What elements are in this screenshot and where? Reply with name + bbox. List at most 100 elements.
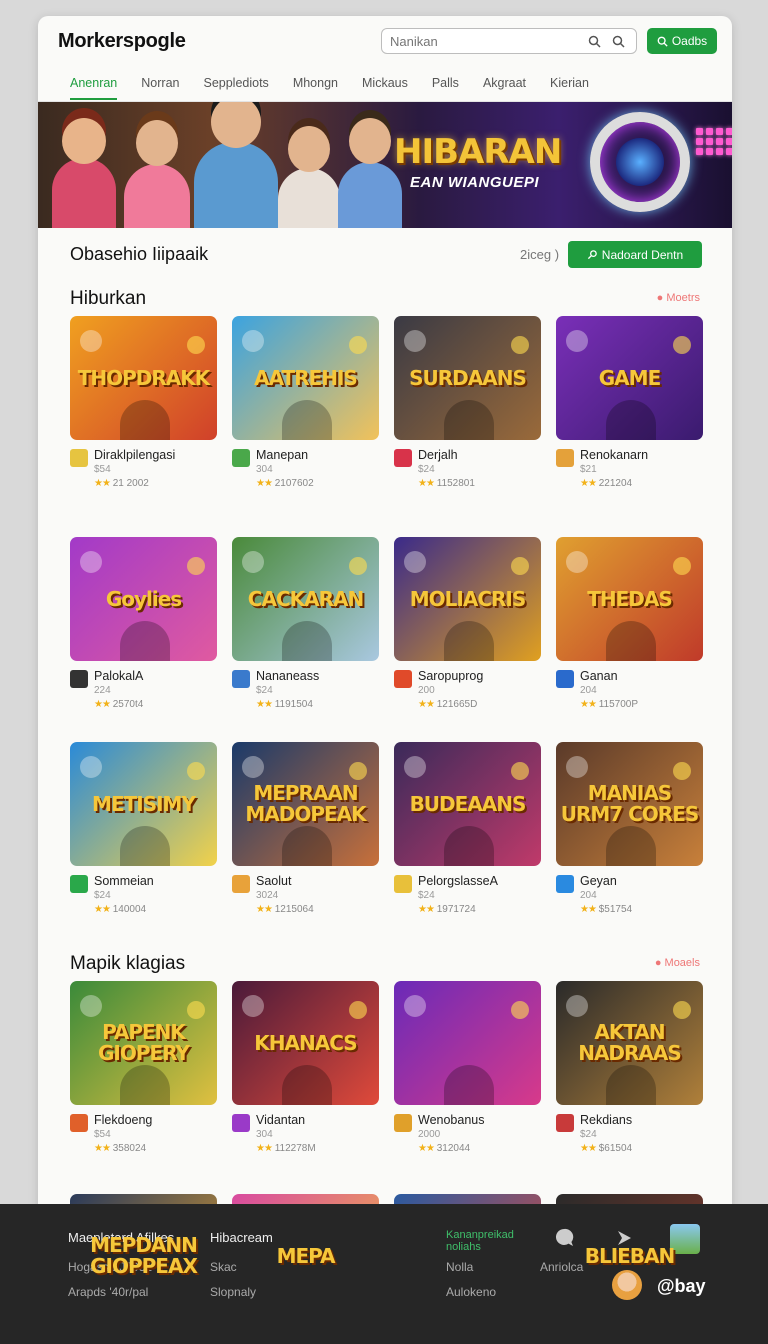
app-price: 3024 <box>256 890 279 901</box>
app-name[interactable]: Flekdoeng <box>94 1113 152 1128</box>
app-card[interactable]: THOPDRAKK Diraklpilengasi $54 ★★ 21 2002 <box>70 316 217 521</box>
app-card[interactable]: Goylies PalokalА 224 ★★ 2570t4 <box>70 537 217 742</box>
app-thumbnail[interactable]: SURDAANS <box>394 316 541 440</box>
tab-norran[interactable]: Norran <box>141 76 179 100</box>
tab-kierian[interactable]: Kierian <box>550 76 589 100</box>
app-thumbnail[interactable]: KHANACS <box>232 981 379 1105</box>
section-more-link[interactable]: ● Moaels <box>655 957 700 969</box>
app-card[interactable]: AATREHIS Manepan 304 ★★ 2107602 <box>232 316 379 521</box>
app-meta: PalokalА 224 ★★ 2570t4 <box>70 669 217 710</box>
app-thumbnail[interactable]: THOPDRAKK <box>70 316 217 440</box>
rating-value: 1971724 <box>436 904 476 915</box>
tab-mickaus[interactable]: Mickaus <box>362 76 408 100</box>
app-thumbnail[interactable]: AKTAN NADRAAS <box>556 981 703 1105</box>
site-logo[interactable]: Morkerspogle <box>58 30 186 53</box>
star-rating-icon: ★★ <box>256 478 273 489</box>
game-art-title: AATREHIS <box>254 365 358 390</box>
app-price: $54 <box>94 1129 111 1140</box>
app-thumbnail[interactable] <box>394 981 541 1105</box>
search-input[interactable] <box>390 33 580 49</box>
app-card[interactable]: METISIMY Sommeian $24 ★★ 140004 <box>70 742 217 947</box>
footer-link[interactable]: Slopnaly <box>210 1285 256 1299</box>
app-thumbnail[interactable]: PAPENK GIOPERY <box>70 981 217 1105</box>
rating-value: 1152801 <box>436 478 475 489</box>
app-thumbnail[interactable]: THEDAS <box>556 537 703 661</box>
tab-mhongn[interactable]: Mhongn <box>293 76 338 100</box>
app-meta: Saropuprog 200 ★★ 121665D <box>394 669 541 710</box>
user-avatar[interactable] <box>612 1270 642 1300</box>
game-art-title: Goylies <box>105 586 182 611</box>
app-name[interactable]: Nananeass <box>256 669 319 684</box>
hero-banner[interactable]: HIBARAN EAN WIANGUEPI <box>38 102 732 228</box>
rating-value: 121665D <box>436 699 478 710</box>
app-price: $24 <box>580 1129 597 1140</box>
app-card[interactable]: AKTAN NADRAAS Rekdians $24 ★★ $61504 <box>556 981 703 1186</box>
tab-palls[interactable]: Palls <box>432 76 459 100</box>
app-thumbnail[interactable]: CACKARAN <box>232 537 379 661</box>
app-name[interactable]: Sommeian <box>94 874 154 889</box>
footer-link[interactable]: Anriolca <box>540 1260 583 1274</box>
app-name[interactable]: Rekdians <box>580 1113 632 1128</box>
app-thumbnail[interactable]: Goylies <box>70 537 217 661</box>
app-thumbnail[interactable]: MANIAS URM7 CORES <box>556 742 703 866</box>
app-thumbnail[interactable]: BUDEAANS <box>394 742 541 866</box>
footer-link[interactable]: Arapds '40r/pal <box>68 1285 148 1299</box>
app-name[interactable]: Ganan <box>580 669 638 684</box>
app-card[interactable]: THEDAS Ganan 204 ★★ 115700P <box>556 537 703 742</box>
app-icon <box>70 875 88 893</box>
app-thumbnail[interactable]: MOLIACRIS <box>394 537 541 661</box>
app-name[interactable]: PelorgslasseА <box>418 874 498 889</box>
app-price: 224 <box>94 685 111 696</box>
tab-sepplediots[interactable]: Sepplediots <box>203 76 268 100</box>
app-card[interactable]: PAPENK GIOPERY Flekdoeng $54 ★★ 358024 <box>70 981 217 1186</box>
app-card[interactable]: MANIAS URM7 CORES Geyan 204 ★★ $51754 <box>556 742 703 947</box>
app-card[interactable]: SURDAANS Derjalh $24 ★★ 1152801 <box>394 316 541 521</box>
app-name[interactable]: Geyan <box>580 874 632 889</box>
app-name[interactable]: Vidantan <box>256 1113 316 1128</box>
app-name[interactable]: Manepan <box>256 448 314 463</box>
banner-subtitle: EAN WIANGUEPI <box>410 174 540 191</box>
chat-icon[interactable] <box>550 1224 578 1252</box>
app-card[interactable]: KHANACS Vidantan 304 ★★ 112278M <box>232 981 379 1186</box>
app-card[interactable]: BUDEAANS PelorgslasseА $24 ★★ 1971724 <box>394 742 541 947</box>
filter-search-icon[interactable] <box>608 31 628 51</box>
app-name[interactable]: Renokanarn <box>580 448 648 463</box>
footer-link[interactable]: Aulokeno <box>446 1285 496 1299</box>
app-name[interactable]: Diraklpilengasi <box>94 448 175 463</box>
app-price: $21 <box>580 464 597 475</box>
app-meta: Wenobanus 2000 ★★ 312044 <box>394 1113 541 1154</box>
section-title: Hiburkan <box>70 288 147 309</box>
app-card[interactable]: CACKARAN Nananeass $24 ★★ 1191504 <box>232 537 379 742</box>
game-art-title: BLIEBAN <box>584 1243 676 1268</box>
search-box[interactable] <box>381 28 637 54</box>
app-thumbnail[interactable]: METISIMY <box>70 742 217 866</box>
footer-link[interactable]: Nolla <box>446 1260 473 1274</box>
app-name[interactable]: Derjalh <box>418 448 475 463</box>
brand-logo[interactable]: @bay <box>657 1276 706 1297</box>
rating-value: 221204 <box>598 478 633 489</box>
search-icon[interactable] <box>584 31 604 51</box>
app-name[interactable]: Saolut <box>256 874 314 889</box>
rating-value: 112278M <box>274 1143 316 1154</box>
app-thumbnail[interactable]: AATREHIS <box>232 316 379 440</box>
app-rating: ★★ 312044 <box>418 1143 485 1154</box>
app-icon <box>556 670 574 688</box>
tab-anenran[interactable]: Anenran <box>70 76 118 100</box>
more-icon: ● <box>656 292 664 304</box>
header-search-button[interactable]: Oadbs <box>647 28 717 54</box>
section-more-link[interactable]: ● Moetrs <box>657 292 700 304</box>
app-card[interactable]: MEPRAAN MADOPEAK Saolut 3024 ★★ 1215064 <box>232 742 379 947</box>
dashboard-button[interactable]: Nadoard Dentn <box>568 241 702 268</box>
app-name[interactable]: Wenobanus <box>418 1113 485 1128</box>
app-card[interactable]: MOLIACRIS Saropuprog 200 ★★ 121665D <box>394 537 541 742</box>
app-thumbnail[interactable]: MEPRAAN MADOPEAK <box>232 742 379 866</box>
app-card[interactable]: GAME Renokanarn $21 ★★ 221204 <box>556 316 703 521</box>
tab-akgraat[interactable]: Akgraat <box>483 76 526 100</box>
result-count: 2iceg ) <box>520 247 560 262</box>
app-thumbnail[interactable]: GAME <box>556 316 703 440</box>
app-name[interactable]: PalokalА <box>94 669 143 684</box>
app-price: 2000 <box>418 1129 441 1140</box>
app-card[interactable]: Wenobanus 2000 ★★ 312044 <box>394 981 541 1186</box>
game-art-title: MOLIACRIS <box>409 586 526 611</box>
app-name[interactable]: Saropuprog <box>418 669 483 684</box>
